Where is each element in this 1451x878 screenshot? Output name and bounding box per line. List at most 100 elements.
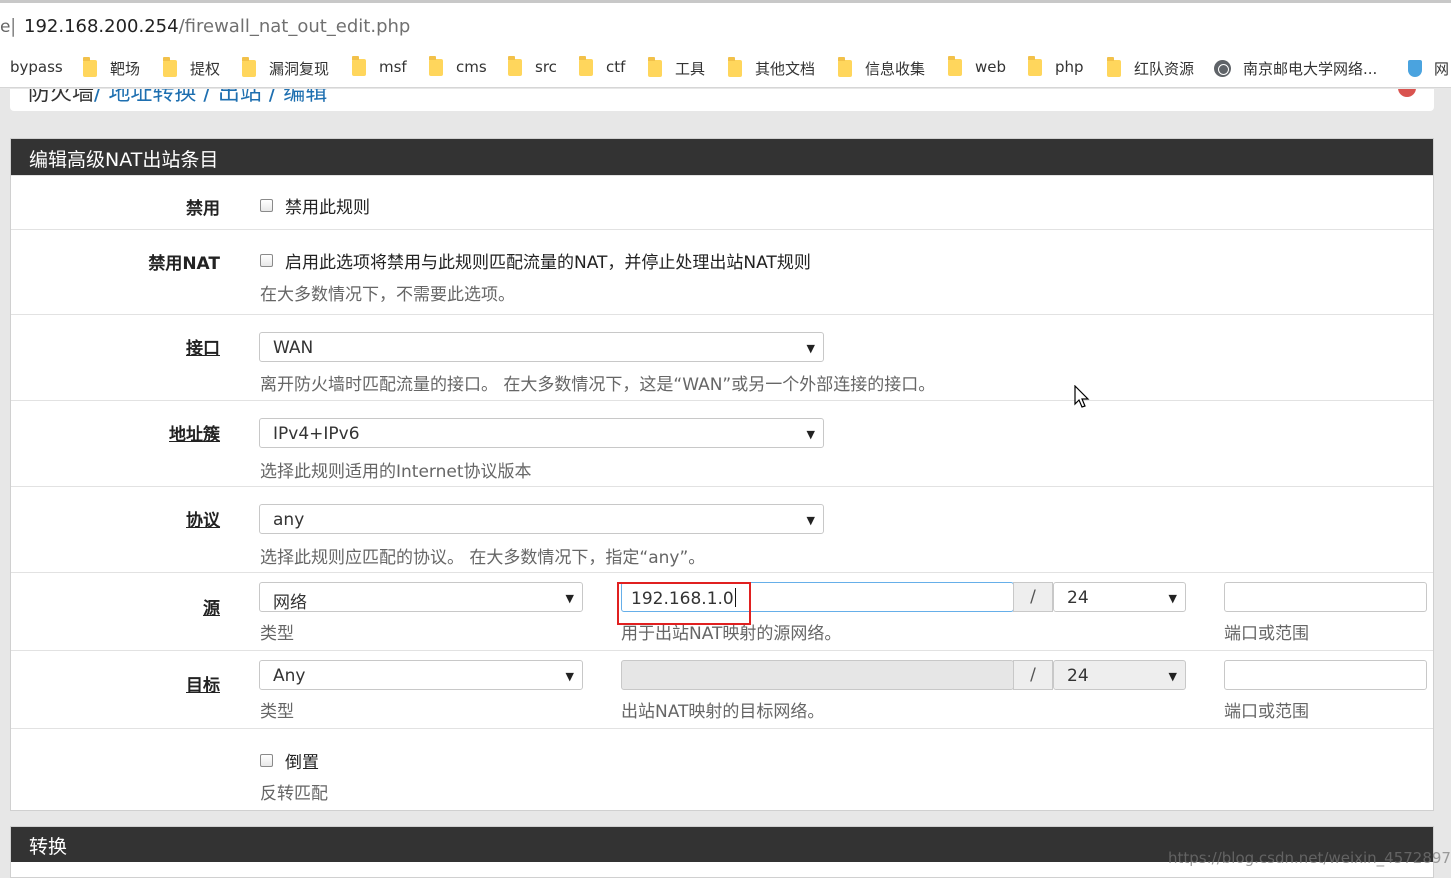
bookmark-label: msf — [379, 58, 407, 76]
invert-checkbox-text: 倒置 — [285, 753, 319, 773]
dropdown-arrow-icon: ▼ — [806, 342, 815, 355]
bookmark-folder[interactable]: php — [1028, 55, 1084, 76]
bookmark-folder[interactable]: web — [948, 55, 1007, 76]
disabled-checkbox-text: 禁用此规则 — [285, 198, 370, 218]
bookmark-label: 其他文档 — [755, 60, 816, 78]
source-type-hint: 类型 — [260, 624, 294, 644]
folder-icon — [1028, 55, 1042, 76]
bookmark-folder[interactable]: cms — [429, 55, 487, 76]
breadcrumb-text[interactable]: 防火墙/ 地址转换 / 出站 / 编辑 — [28, 89, 327, 107]
address-bar[interactable]: e | 192.168.200.254/firewall_nat_out_edi… — [0, 0, 1451, 48]
source-mask-separator: / — [1013, 582, 1053, 612]
folder-icon — [83, 57, 97, 77]
destination-type-select[interactable]: Any ▼ — [259, 660, 583, 690]
row-nonat: 禁用NAT 启用此选项将禁用与此规则匹配流量的NAT，并停止处理出站NAT规则 … — [11, 229, 1433, 314]
mouse-cursor-icon — [1074, 385, 1090, 408]
nonat-hint: 在大多数情况下，不需要此选项。 — [260, 285, 515, 305]
disabled-option[interactable]: 禁用此规则 — [260, 193, 370, 218]
interface-value: WAN — [273, 338, 314, 358]
protocol-value: any — [273, 510, 305, 530]
source-port-input[interactable] — [1224, 582, 1427, 612]
interface-select[interactable]: WAN ▼ — [259, 332, 824, 362]
source-mask-select[interactable]: 24 ▼ — [1053, 582, 1186, 612]
panel-title: 编辑高级NAT出站条目 — [11, 139, 1433, 175]
dropdown-arrow-icon: ▼ — [806, 428, 815, 441]
bookmarks-bar: bypass 靶场 提权 漏洞复现 msf cms src ctf 工具 其他文… — [0, 48, 1451, 88]
address-family-label[interactable]: 地址簇 — [169, 420, 220, 445]
help-icon[interactable] — [1398, 89, 1416, 97]
source-label[interactable]: 源 — [203, 594, 220, 619]
bookmark-label: 信息收集 — [865, 60, 926, 78]
dropdown-arrow-icon: ▼ — [806, 514, 815, 527]
nonat-label: 禁用NAT — [148, 254, 220, 274]
folder-icon — [838, 57, 852, 77]
protocol-label[interactable]: 协议 — [186, 506, 220, 531]
invert-checkbox[interactable] — [260, 754, 273, 767]
folder-icon — [579, 55, 593, 76]
destination-mask-select[interactable]: 24 ▼ — [1053, 660, 1186, 690]
source-mask-value: 24 — [1067, 588, 1089, 608]
dropdown-arrow-icon: ▼ — [565, 670, 574, 683]
bookmark-label: 网 — [1434, 60, 1450, 78]
bookmark-folder[interactable]: msf — [352, 55, 407, 76]
nonat-checkbox-text: 启用此选项将禁用与此规则匹配流量的NAT，并停止处理出站NAT规则 — [285, 253, 811, 273]
source-port-hint: 端口或范围 — [1224, 624, 1309, 644]
bookmark-folder[interactable]: ctf — [579, 55, 626, 76]
bookmark-site[interactable]: 网 — [1408, 58, 1449, 79]
bookmark-label: web — [975, 58, 1007, 76]
nonat-checkbox[interactable] — [260, 254, 273, 267]
bookmark-folder[interactable]: 其他文档 — [728, 57, 816, 79]
bookmark-label: php — [1055, 58, 1084, 76]
url-text[interactable]: 192.168.200.254/firewall_nat_out_edit.ph… — [24, 16, 410, 37]
bookmark-label: 南京邮电大学网络... — [1243, 60, 1378, 78]
url-separator: | — [10, 15, 17, 37]
bookmark-label: 漏洞复现 — [269, 60, 330, 78]
row-invert: 倒置 反转匹配 — [11, 728, 1433, 811]
row-interface: 接口 WAN ▼ 离开防火墙时匹配流量的接口。 在大多数情况下，这是“WAN”或… — [11, 314, 1433, 400]
row-destination: 目标 Any ▼ 类型 / 24 ▼ 出站NAT映射的目标网络。 端口或范围 — [11, 650, 1433, 728]
bookmark-folder[interactable]: 提权 — [163, 57, 221, 79]
row-address-family: 地址簇 IPv4+IPv6 ▼ 选择此规则适用的Internet协议版本 — [11, 400, 1433, 486]
row-disabled: 禁用 禁用此规则 — [11, 175, 1433, 229]
destination-type-hint: 类型 — [260, 702, 294, 722]
disabled-checkbox[interactable] — [260, 199, 273, 212]
folder-icon — [242, 57, 256, 77]
dropdown-arrow-icon: ▼ — [1168, 592, 1177, 605]
interface-label[interactable]: 接口 — [186, 334, 220, 359]
protocol-select[interactable]: any ▼ — [259, 504, 824, 534]
url-host: 192.168.200.254 — [24, 16, 179, 37]
breadcrumb-rest[interactable]: / 地址转换 / 出站 / 编辑 — [94, 89, 327, 106]
bookmark-label: src — [535, 58, 557, 76]
destination-mask-separator: / — [1013, 660, 1053, 690]
bookmark-bypass[interactable]: bypass — [10, 58, 63, 76]
globe-icon — [1214, 60, 1231, 77]
invert-option[interactable]: 倒置 — [260, 748, 319, 773]
bookmark-folder[interactable]: 信息收集 — [838, 57, 926, 79]
nonat-option[interactable]: 启用此选项将禁用与此规则匹配流量的NAT，并停止处理出站NAT规则 — [260, 248, 811, 273]
address-family-hint: 选择此规则适用的Internet协议版本 — [260, 462, 532, 482]
destination-port-input[interactable] — [1224, 660, 1427, 690]
destination-address-input[interactable] — [621, 660, 1014, 690]
bookmark-label: cms — [456, 58, 487, 76]
bookmark-label: 提权 — [190, 60, 221, 78]
bookmark-label: ctf — [606, 58, 626, 76]
dropdown-arrow-icon: ▼ — [565, 592, 574, 605]
bookmark-label: bypass — [10, 58, 63, 76]
bookmark-label: 靶场 — [110, 60, 141, 78]
bookmark-folder[interactable]: 漏洞复现 — [242, 57, 330, 79]
bookmark-folder[interactable]: 工具 — [648, 57, 705, 79]
bookmark-folder[interactable]: 靶场 — [83, 57, 141, 79]
source-type-select[interactable]: 网络 ▼ — [259, 582, 583, 613]
destination-label[interactable]: 目标 — [186, 671, 220, 696]
edit-nat-panel: 编辑高级NAT出站条目 禁用 禁用此规则 禁用NAT 启用此选项将禁用与此规则匹… — [10, 138, 1434, 811]
bookmark-folder[interactable]: src — [508, 55, 557, 76]
folder-icon — [352, 55, 366, 76]
shield-icon — [1408, 60, 1422, 77]
bookmark-site[interactable]: 南京邮电大学网络... — [1214, 58, 1377, 79]
folder-icon — [163, 57, 177, 77]
bookmark-folder[interactable]: 红队资源 — [1107, 57, 1194, 79]
protocol-hint: 选择此规则应匹配的协议。 在大多数情况下，指定“any”。 — [260, 548, 706, 568]
destination-type-value: Any — [273, 666, 306, 686]
interface-hint: 离开防火墙时匹配流量的接口。 在大多数情况下，这是“WAN”或另一个外部连接的接… — [260, 375, 936, 395]
address-family-select[interactable]: IPv4+IPv6 ▼ — [259, 418, 824, 448]
